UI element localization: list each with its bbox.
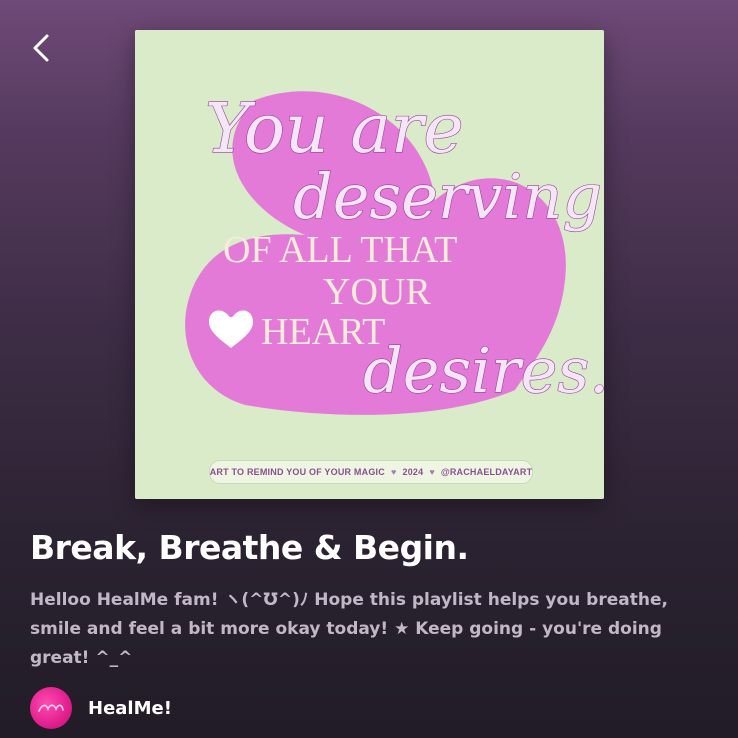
cover-credit-pill: ART TO REMIND YOU OF YOUR MAGIC ♥ 2024 ♥… xyxy=(209,460,533,484)
playlist-description: Helloo HealMe fam! ヽ(^Ʊ^)ﾉ Hope this pla… xyxy=(30,590,668,668)
back-button[interactable] xyxy=(22,28,62,68)
cover-script-line-3: desires. xyxy=(363,334,604,407)
heart-separator-icon: ♥ xyxy=(390,467,397,477)
owner-name[interactable]: HealMe! xyxy=(88,698,172,719)
chevron-left-icon xyxy=(33,34,49,62)
playlist-owner[interactable]: HealMe! xyxy=(30,686,172,730)
playlist-title: Break, Breathe & Begin. xyxy=(30,528,469,567)
owner-avatar[interactable] xyxy=(30,687,72,729)
cover-credit-year: 2024 xyxy=(402,467,424,477)
cover-script-line-2: deserving xyxy=(293,160,602,233)
cover-caps-line-2: YOUR xyxy=(323,271,431,313)
cover-credit-handle: @RACHAELDAYART xyxy=(440,467,533,477)
owner-logo-icon xyxy=(38,704,64,712)
cover-caps-line-1: OF ALL THAT xyxy=(223,229,457,271)
cover-script-line-1: You are xyxy=(205,90,464,169)
playlist-cover-art: You are deserving OF ALL THAT YOUR HEART… xyxy=(135,30,604,499)
heart-separator-icon: ♥ xyxy=(429,467,435,477)
cover-credit-left: ART TO REMIND YOU OF YOUR MAGIC xyxy=(209,467,385,477)
cover-artwork: You are deserving OF ALL THAT YOUR HEART… xyxy=(135,30,604,499)
